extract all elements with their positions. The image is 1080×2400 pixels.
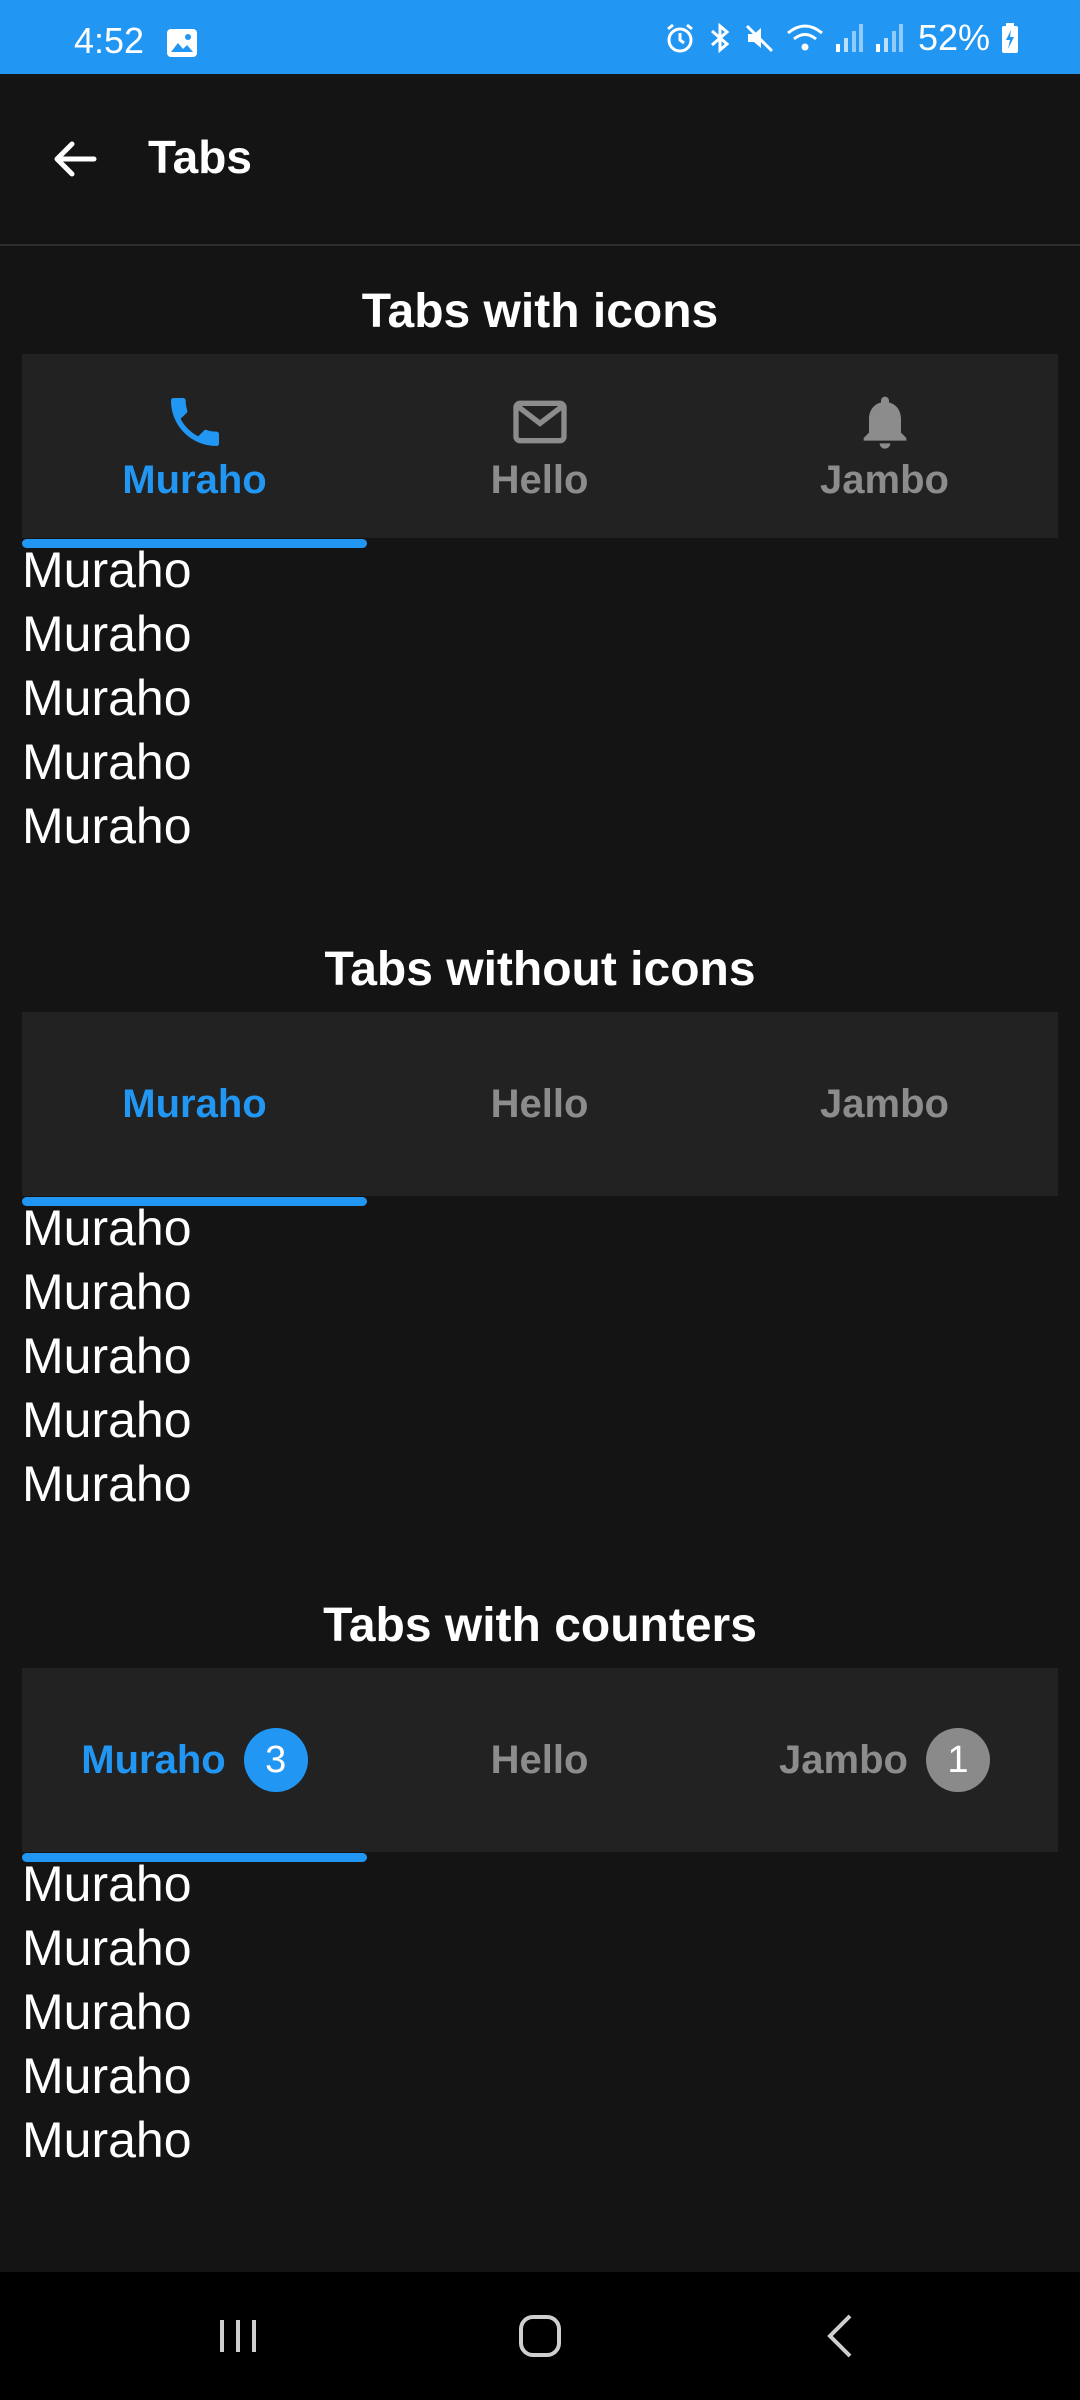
signal-icon [835, 24, 863, 52]
tab-label: Muraho [122, 1081, 267, 1126]
list-item: Muraho [22, 1328, 192, 1384]
battery-charging-icon [1002, 23, 1018, 53]
tab-label: Muraho [122, 457, 267, 502]
list-item: Muraho [22, 1456, 192, 1512]
tab-muraho[interactable]: Muraho 3 [22, 1668, 367, 1862]
tab-jambo[interactable]: Jambo [712, 1012, 1057, 1196]
tabbar-with-icons: Muraho Hello Jambo [22, 354, 1058, 548]
tab-label: Jambo [779, 1737, 908, 1782]
back-arrow-icon[interactable] [50, 134, 100, 184]
tab-label: Hello [490, 457, 589, 502]
tab-hello[interactable]: Hello [367, 1012, 712, 1196]
list-item: Muraho [22, 798, 192, 854]
section-title-icons: Tabs with icons [361, 285, 719, 338]
bell-icon [863, 396, 906, 449]
list-item: Muraho [22, 2048, 192, 2104]
list-item: Muraho [22, 1856, 192, 1912]
section-title-counters: Tabs with counters [323, 1599, 757, 1652]
mail-icon [512, 400, 567, 443]
tab-muraho[interactable]: Muraho [22, 354, 367, 548]
tabbar-with-counters: Muraho 3 Hello Jambo 1 [22, 1668, 1058, 1862]
list-item: Muraho [22, 606, 192, 662]
tab-label: Muraho [81, 1737, 226, 1782]
list-item: Muraho [22, 1920, 192, 1976]
list-item: Muraho [22, 1200, 192, 1256]
section-title-without-icons: Tabs without icons [324, 943, 756, 996]
tab-label: Jambo [820, 457, 949, 502]
tab-label: Hello [490, 1081, 589, 1126]
bluetooth-icon [710, 22, 730, 54]
signal-icon [875, 24, 903, 52]
list-item: Muraho [22, 542, 192, 598]
list-item: Muraho [22, 670, 192, 726]
counter-badge: 3 [243, 1728, 308, 1792]
list-item: Muraho [22, 734, 192, 790]
list-item: Muraho [22, 1984, 192, 2040]
list-item: Muraho [22, 1392, 192, 1448]
list-item: Muraho [22, 2112, 192, 2168]
tab-hello[interactable]: Hello [367, 1668, 712, 1852]
tabbar-without-icons: Muraho Hello Jambo [22, 1012, 1058, 1206]
mute-icon [745, 24, 773, 53]
tab-content-list: Muraho Muraho Muraho Muraho Muraho [22, 1196, 192, 1516]
tab-hello[interactable]: Hello [367, 354, 712, 538]
page-title: Tabs [148, 131, 252, 183]
status-time: 4:52 [74, 20, 145, 61]
status-bar: 4:52 52% [0, 0, 1080, 74]
app-bar: Tabs [0, 74, 1080, 246]
recent-apps-icon[interactable] [208, 2306, 268, 2366]
tab-content-list: Muraho Muraho Muraho Muraho Muraho [22, 1852, 192, 2172]
tab-content-list: Muraho Muraho Muraho Muraho Muraho [22, 538, 192, 858]
tab-muraho[interactable]: Muraho [22, 1012, 367, 1206]
counter-badge: 1 [925, 1728, 990, 1792]
tab-label: Jambo [820, 1081, 949, 1126]
wifi-icon [786, 24, 823, 51]
home-icon[interactable] [510, 2306, 570, 2366]
back-icon[interactable] [812, 2306, 872, 2366]
tab-label: Hello [490, 1737, 589, 1782]
list-item: Muraho [22, 1264, 192, 1320]
phone-icon [170, 397, 219, 446]
tab-jambo[interactable]: Jambo [712, 354, 1057, 538]
system-navigation-bar [0, 2272, 1080, 2400]
gallery-icon [167, 29, 197, 57]
battery-percentage: 52% [917, 17, 990, 58]
alarm-icon [667, 23, 693, 53]
tab-jambo[interactable]: Jambo 1 [712, 1668, 1057, 1852]
